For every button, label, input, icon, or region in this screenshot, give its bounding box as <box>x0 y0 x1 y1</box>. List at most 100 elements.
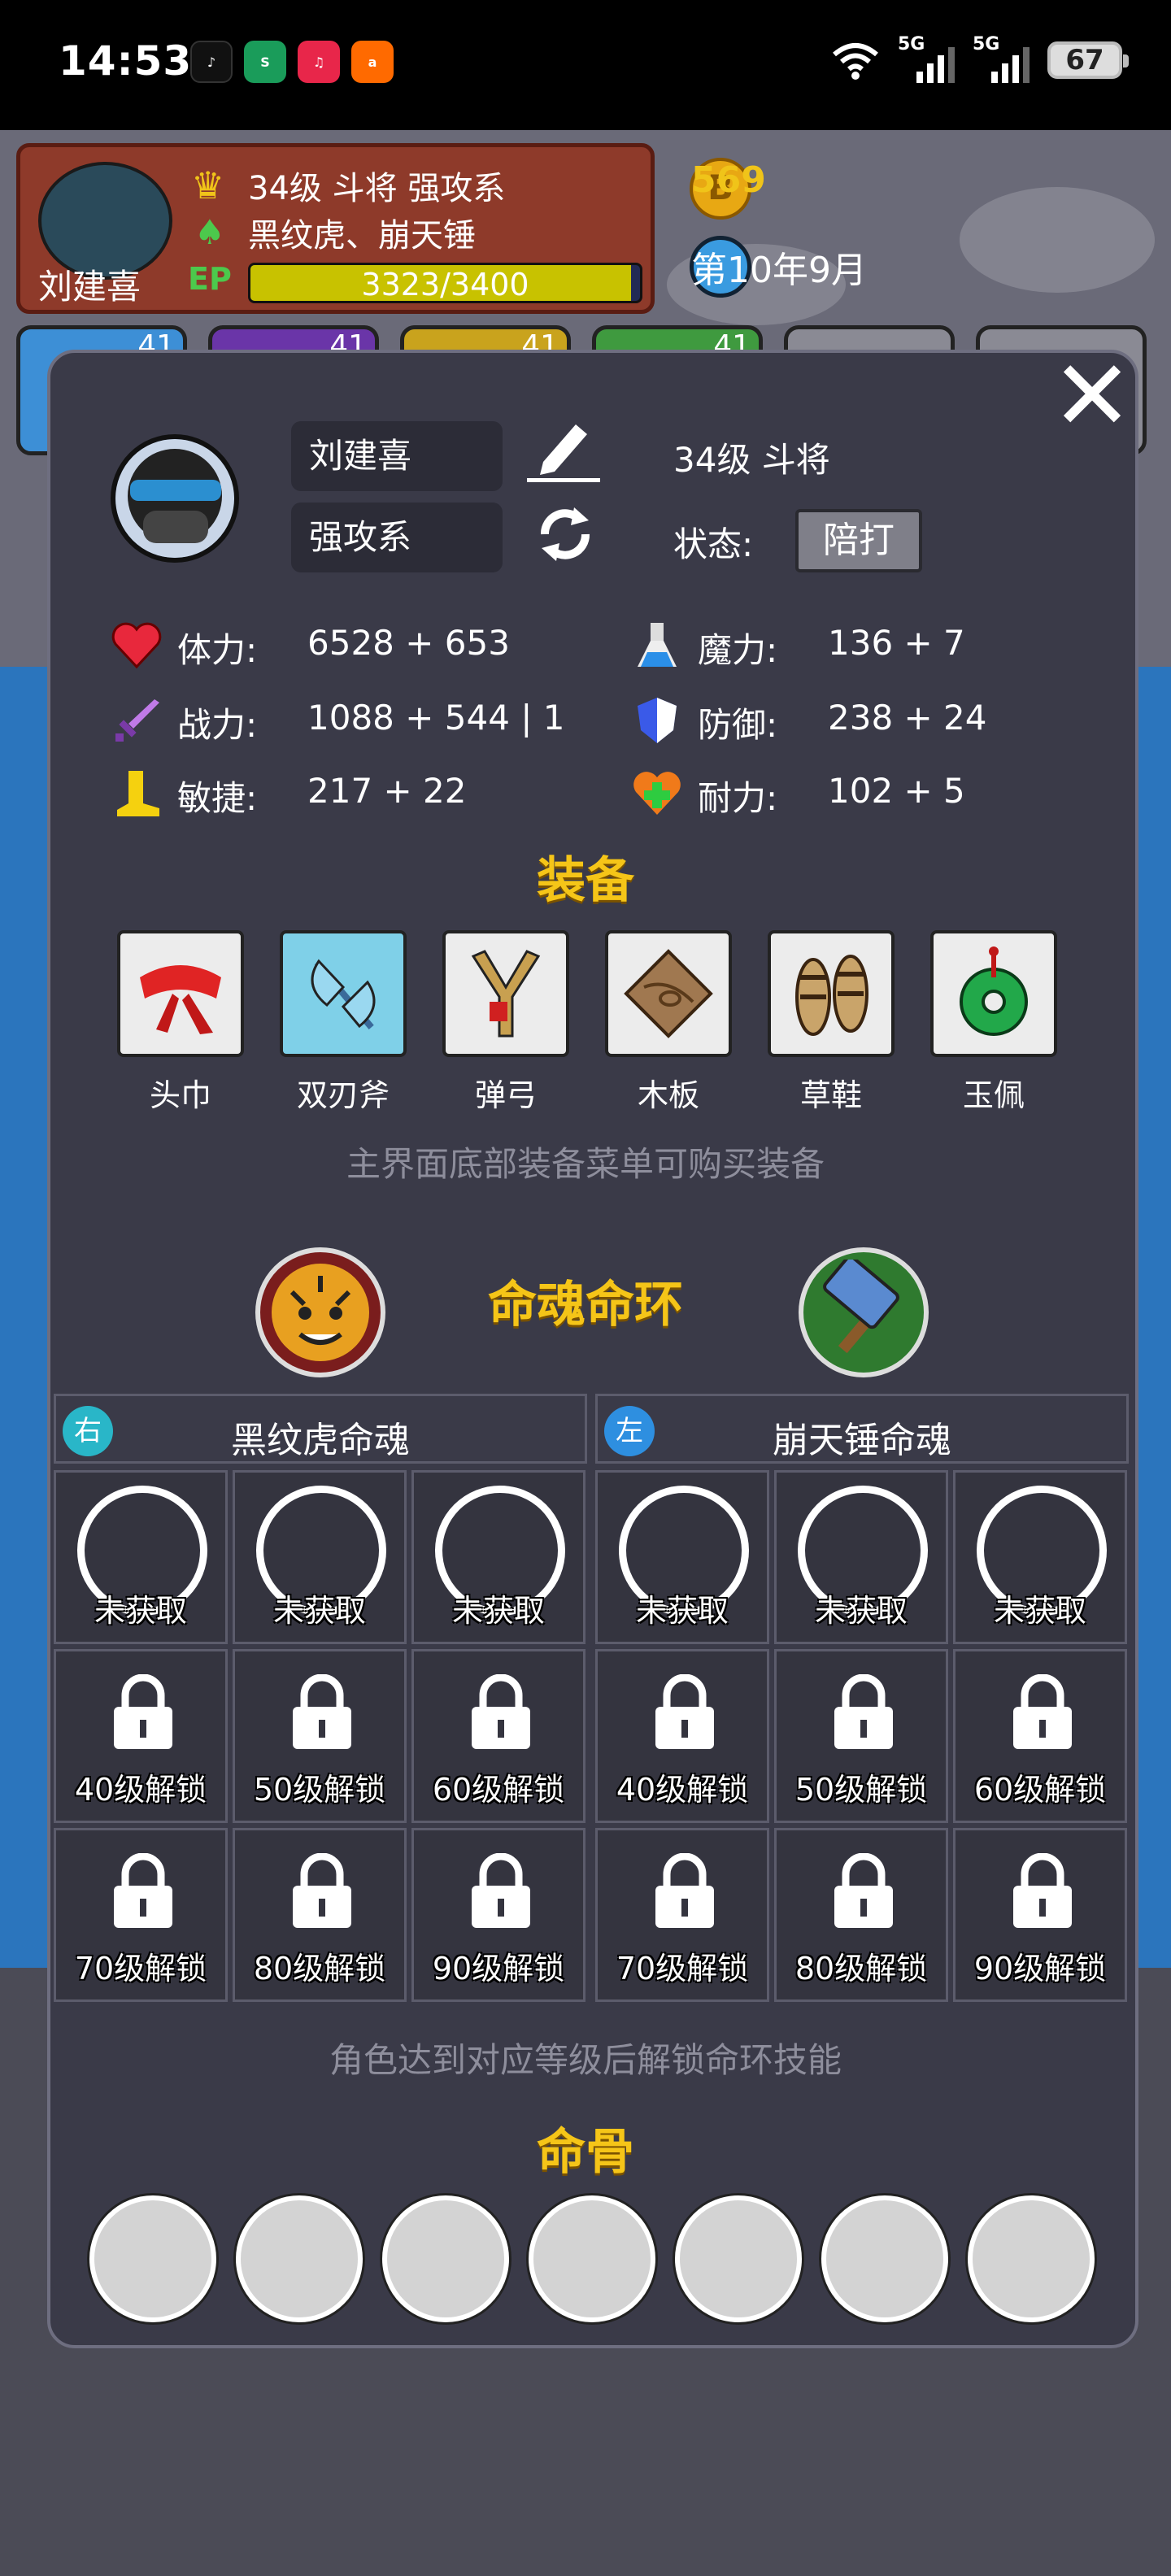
equipment-title: 装备 <box>537 852 634 909</box>
lock-icon <box>472 1674 530 1749</box>
locked-ring-slot[interactable]: 70级解锁 <box>54 1828 228 2002</box>
bone-slot[interactable] <box>382 2195 509 2322</box>
douyin-icon: ♫ <box>298 41 340 83</box>
right-soul-tree-header: 右 黑纹虎命魂 <box>54 1394 587 1464</box>
jade-pendant-icon <box>960 946 1028 1036</box>
state-button[interactable]: 陪打 <box>795 509 922 572</box>
bone-slot[interactable] <box>821 2195 948 2322</box>
game-date: 第10年9月 <box>691 250 867 291</box>
hero-summary-card[interactable]: 刘建喜 ♛ 34级 斗将 强攻系 ♠ 黑纹虎、崩天锤 EP 3323/3400 <box>16 143 655 314</box>
locked-ring-slot[interactable]: 60级解锁 <box>953 1649 1127 1823</box>
edit-name-icon[interactable] <box>527 413 600 496</box>
locked-ring-slot[interactable]: 50级解锁 <box>774 1649 948 1823</box>
refresh-icon[interactable] <box>529 498 602 584</box>
soul-icon: ♠ <box>194 212 225 252</box>
soul-ring-title: 命魂命环 <box>488 1277 683 1334</box>
lock-icon <box>655 1674 714 1749</box>
school-field: 强攻系 <box>291 503 503 572</box>
status-bar: 14:53 ♪ S ♫ a 5G 5G 67 <box>0 0 1171 130</box>
wood-plank-icon <box>624 949 713 1038</box>
tiktok-icon: ♪ <box>190 41 233 83</box>
xp-icon: EP <box>188 261 232 297</box>
stat-hp: 体力: 6528 + 653 <box>111 616 599 673</box>
wifi-icon <box>833 43 878 80</box>
crown-icon: ♛ <box>191 163 225 207</box>
sandals-icon <box>795 955 868 1036</box>
locked-ring-slot[interactable]: 80级解锁 <box>233 1828 407 2002</box>
bone-slot[interactable] <box>529 2195 655 2322</box>
bone-slot[interactable] <box>236 2195 363 2322</box>
slingshot-icon <box>471 950 541 1038</box>
notification-icons: ♪ S ♫ a <box>190 41 394 83</box>
soul-ring-slot[interactable]: 未获取 <box>595 1470 769 1644</box>
stat-attack: 战力: 1088 + 544 | 1 <box>111 691 615 748</box>
xp-progress-text: 3323/3400 <box>361 267 529 302</box>
close-button[interactable]: ✕ <box>1049 348 1135 446</box>
right-soul-tree-title: 黑纹虎命魂 <box>231 1420 410 1461</box>
left-soul-tree-title: 崩天锤命魂 <box>773 1420 951 1461</box>
sword-icon <box>115 699 159 742</box>
clock-time: 14:53 <box>59 37 193 85</box>
equip-slot-wood-plank[interactable]: 木板 <box>605 930 732 1115</box>
equip-slot-jade-pendant[interactable]: 玉佩 <box>930 930 1057 1115</box>
heart-icon <box>111 622 162 669</box>
locked-ring-slot[interactable]: 90级解锁 <box>953 1828 1127 2002</box>
headband-icon <box>140 965 221 1034</box>
soul-ring-slot[interactable]: 未获取 <box>953 1470 1127 1644</box>
battery-icon: 67 <box>1047 41 1129 79</box>
lock-icon <box>655 1853 714 1928</box>
lock-icon <box>1013 1853 1072 1928</box>
lock-icon <box>114 1853 172 1928</box>
lock-icon <box>293 1674 351 1749</box>
bone-slot[interactable] <box>968 2195 1095 2322</box>
locked-ring-slot[interactable]: 80级解锁 <box>774 1828 948 2002</box>
bone-slot[interactable] <box>89 2195 216 2322</box>
locked-ring-slot[interactable]: 60级解锁 <box>411 1649 586 1823</box>
cloud-decoration <box>960 187 1155 293</box>
locked-ring-slot[interactable]: 90级解锁 <box>411 1828 586 2002</box>
soul-ring-slot[interactable]: 未获取 <box>54 1470 228 1644</box>
bone-slot[interactable] <box>675 2195 802 2322</box>
hero-name: 刘建喜 <box>38 267 141 307</box>
stat-mp: 魔力: 136 + 7 <box>631 616 1119 673</box>
name-field: 刘建喜 <box>291 421 503 491</box>
stat-defense: 防御: 238 + 24 <box>631 691 1119 748</box>
equip-slot-double-axe[interactable]: 双刃斧 <box>280 930 407 1115</box>
soul-ring-hint: 角色达到对应等级后解锁命环技能 <box>329 2040 842 2080</box>
hero-level-line: 34级 斗将 强攻系 <box>248 170 506 207</box>
stat-stamina: 耐力: 102 + 5 <box>631 764 1119 821</box>
cell-signal-icon: 5G <box>973 34 1030 83</box>
xp-progress-bar: 3323/3400 <box>248 263 642 303</box>
lock-icon <box>834 1853 893 1928</box>
soul-ring-slot[interactable]: 未获取 <box>411 1470 586 1644</box>
soul-ring-slot[interactable]: 未获取 <box>233 1470 407 1644</box>
locked-ring-slot[interactable]: 50级解锁 <box>233 1649 407 1823</box>
left-soul-tree-header: 左 崩天锤命魂 <box>595 1394 1129 1464</box>
level-title: 34级 斗将 <box>673 440 830 480</box>
lock-icon <box>834 1674 893 1749</box>
hammer-icon <box>823 1260 899 1354</box>
equip-slot-headband[interactable]: 头巾 <box>117 930 244 1115</box>
system-indicators: 5G 5G 67 <box>831 34 1129 83</box>
equip-slot-sandals[interactable]: 草鞋 <box>768 930 895 1115</box>
stat-agility: 敏捷: 217 + 22 <box>111 764 599 821</box>
1688-icon: a <box>351 41 394 83</box>
lock-icon <box>114 1674 172 1749</box>
boot-icon <box>117 771 159 816</box>
sogou-icon: S <box>244 41 286 83</box>
locked-ring-slot[interactable]: 40级解锁 <box>595 1649 769 1823</box>
lock-icon <box>1013 1674 1072 1749</box>
locked-ring-slot[interactable]: 70级解锁 <box>595 1828 769 2002</box>
double-axe-icon <box>311 959 376 1029</box>
equipment-hint: 主界面底部装备菜单可购买装备 <box>346 1144 825 1184</box>
potion-icon <box>638 623 677 667</box>
hammer-soul-emblem[interactable] <box>799 1247 929 1377</box>
locked-ring-slot[interactable]: 40级解锁 <box>54 1649 228 1823</box>
equip-slot-slingshot[interactable]: 弹弓 <box>442 930 569 1115</box>
lock-icon <box>293 1853 351 1928</box>
coin-count: 569 <box>691 159 766 201</box>
shield-icon <box>638 698 677 743</box>
hero-souls-line: 黑纹虎、崩天锤 <box>248 217 476 255</box>
cell-signal-icon: 5G <box>898 34 955 83</box>
soul-ring-slot[interactable]: 未获取 <box>774 1470 948 1644</box>
